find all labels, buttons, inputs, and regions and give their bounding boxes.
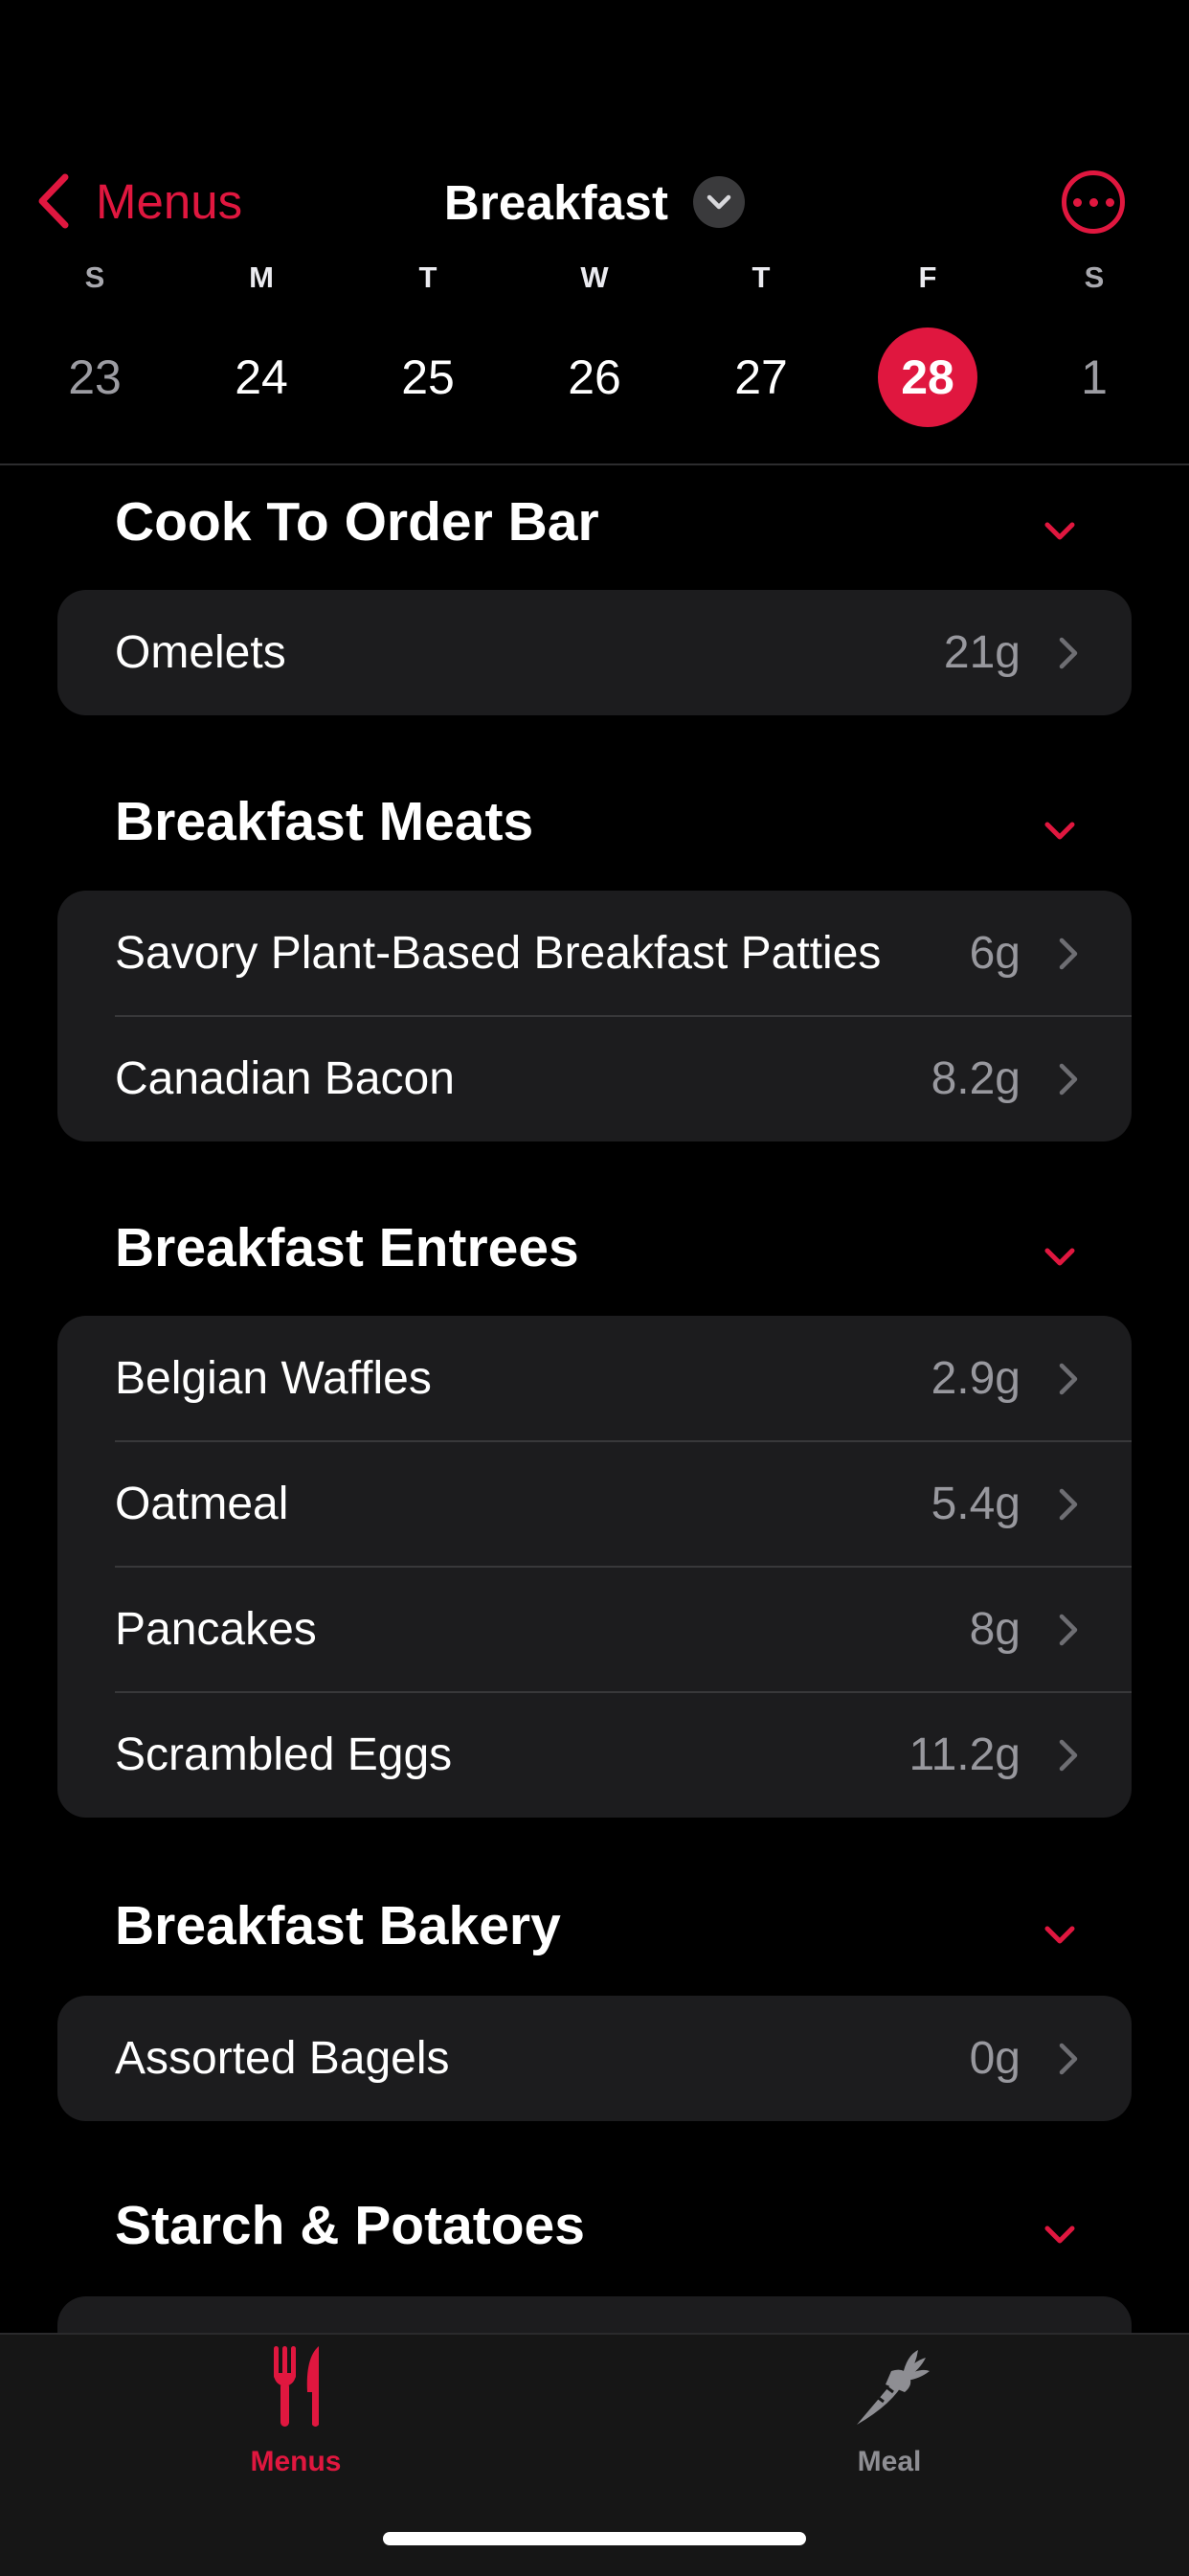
day-number[interactable]: 24 — [212, 328, 311, 427]
section-title: Breakfast Meats — [115, 791, 534, 852]
more-options-button[interactable] — [1062, 170, 1125, 234]
menu-item-row[interactable]: Canadian Bacon 8.2g — [57, 1016, 1132, 1141]
home-indicator — [383, 2532, 806, 2545]
ellipsis-icon — [1072, 197, 1082, 207]
day-letter: W — [580, 260, 609, 294]
chevron-right-icon — [1059, 1614, 1078, 1646]
collapse-chevron-icon[interactable] — [1036, 511, 1084, 550]
ellipsis-dot — [1088, 197, 1098, 207]
tab-label-menus: Menus — [250, 2446, 342, 2477]
menu-item-row[interactable]: Oatmeal 5.4g — [57, 1441, 1132, 1568]
menu-item-name: Omelets — [115, 627, 286, 678]
section-title: Breakfast Entrees — [115, 1217, 579, 1278]
collapse-chevron-icon[interactable] — [1036, 811, 1084, 849]
meal-picker[interactable]: Breakfast — [443, 174, 746, 231]
menu-item-row[interactable]: Omelets 21g — [57, 590, 1132, 715]
menu-item-value: 6g — [969, 928, 1021, 979]
menu-card: Savory Plant-Based Breakfast Patties 6g Ca… — [57, 891, 1132, 1141]
menu-item-value: 8.2g — [931, 1053, 1021, 1104]
day-letter: S — [84, 260, 105, 294]
title-bar: Breakfast — [0, 169, 1189, 236]
section-title: Starch & Potatoes — [115, 2195, 585, 2256]
ellipsis-dot — [1105, 197, 1114, 207]
day-number[interactable]: 26 — [545, 328, 644, 427]
menu-card: Belgian Waffles 2.9g Oatmeal 5.4g Pancakes 8g… — [57, 1316, 1132, 1818]
menu-card: Assorted Bagels 0g — [57, 1996, 1132, 2121]
menu-item-row[interactable]: Belgian Waffles 2.9g — [57, 1316, 1132, 1442]
chevron-down-icon — [693, 176, 746, 228]
chevron-right-icon — [1059, 1739, 1078, 1772]
fork-knife-icon — [274, 2346, 319, 2427]
collapse-chevron-icon[interactable] — [1036, 1237, 1084, 1276]
menu-item-value: 11.2g — [909, 1729, 1021, 1780]
menu-item-name: Pancakes — [115, 1604, 317, 1655]
menu-item-name: Oatmeal — [115, 1479, 289, 1529]
carrot-icon — [857, 2350, 930, 2425]
menu-item-value: 5.4g — [931, 1479, 1021, 1529]
day-letter: S — [1084, 260, 1105, 294]
menu-item-row[interactable]: Savory Plant-Based Breakfast Patties 6g — [57, 891, 1132, 1017]
day-letter: T — [752, 260, 771, 294]
day-letter: M — [249, 260, 274, 294]
chevron-right-icon — [1059, 1363, 1078, 1395]
chevron-right-icon — [1059, 1063, 1078, 1096]
day-number[interactable]: 23 — [45, 328, 145, 427]
menu-card: Omelets 21g — [57, 590, 1132, 715]
tab-meal[interactable]: Meal — [746, 2344, 1033, 2497]
menu-item-value: 2.9g — [931, 1353, 1021, 1404]
menu-item-name: Savory Plant-Based Breakfast Patties — [115, 928, 882, 979]
day-letter: F — [918, 260, 937, 294]
menu-item-name: Canadian Bacon — [115, 1053, 455, 1104]
day-number[interactable]: 27 — [711, 328, 811, 427]
collapse-chevron-icon[interactable] — [1036, 1915, 1084, 1954]
menu-item-row[interactable]: Scrambled Eggs 11.2g — [57, 1692, 1132, 1818]
chevron-right-icon — [1059, 938, 1078, 970]
day-letter: T — [418, 260, 437, 294]
week-calendar: S 23 M 24 T 25 W 26 T 27 F 28 S 1 — [0, 260, 1189, 452]
section-title: Cook To Order Bar — [115, 491, 599, 553]
menu-item-name: Belgian Waffles — [115, 1353, 432, 1404]
section-title: Breakfast Bakery — [115, 1895, 561, 1956]
menu-item-row[interactable]: Pancakes 8g — [57, 1567, 1132, 1693]
collapse-chevron-icon[interactable] — [1036, 2215, 1084, 2253]
menu-item-name: Scrambled Eggs — [115, 1729, 453, 1780]
chevron-right-icon — [1059, 1488, 1078, 1521]
tab-menus[interactable]: Menus — [152, 2344, 439, 2497]
menu-item-row[interactable]: Assorted Bagels 0g — [57, 1996, 1132, 2121]
menu-item-value: 0g — [969, 2033, 1021, 2084]
chevron-right-icon — [1059, 637, 1078, 669]
day-number[interactable]: 1 — [1044, 328, 1144, 427]
day-number[interactable]: 25 — [378, 328, 478, 427]
tab-label-meal: Meal — [857, 2446, 922, 2477]
day-number-selected[interactable]: 28 — [878, 328, 977, 427]
menu-item-name: Assorted Bagels — [115, 2033, 450, 2084]
chevron-right-icon — [1059, 2043, 1078, 2075]
header-divider — [0, 463, 1189, 465]
menu-item-value: 21g — [943, 627, 1021, 678]
page-title: Breakfast — [443, 174, 669, 230]
menu-item-value: 8g — [969, 1604, 1021, 1655]
